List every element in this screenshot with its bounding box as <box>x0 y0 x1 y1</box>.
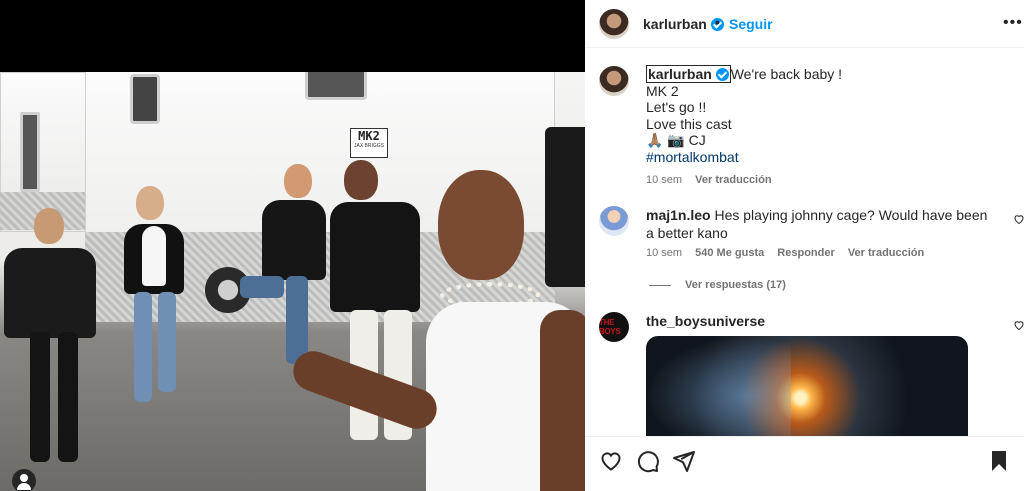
post-header: karlurban • Seguir ••• <box>585 0 1024 48</box>
comment-username[interactable]: maj1n.leo <box>646 207 711 223</box>
action-bar <box>585 436 1024 491</box>
comment-icon[interactable] <box>636 449 660 473</box>
post-media: MK2 JAX BRIGGS <box>0 0 585 491</box>
view-replies-button[interactable]: Ver respuestas (17) <box>685 279 796 291</box>
caption-verified-icon <box>715 68 729 81</box>
post-panel: karlurban • Seguir ••• karlurban We're b… <box>585 0 1024 491</box>
comment-2: the_boysuniverse <box>646 312 765 330</box>
caption-username[interactable]: karlurban <box>648 66 712 82</box>
comment-likes[interactable]: 540 Me gusta <box>695 247 764 259</box>
share-icon[interactable] <box>672 449 696 473</box>
post-photo[interactable]: MK2 JAX BRIGGS <box>0 72 585 491</box>
tagged-users-icon[interactable] <box>12 469 36 491</box>
header-separator: • <box>715 14 720 30</box>
trailer-sign-title: MK2 <box>358 129 380 143</box>
caption-text-1: MK 2 <box>646 82 679 99</box>
comment-1: maj1n.leo Hes playing johnny cage? Would… <box>646 206 996 242</box>
header-user: karlurban <box>643 16 725 34</box>
comment-meta: 10 sem 540 Me gusta Responder Ver traduc… <box>646 247 934 259</box>
comment-time: 10 sem <box>646 247 683 259</box>
caption-time: 10 sem <box>646 174 683 186</box>
view-replies-label[interactable]: Ver respuestas (17) <box>685 279 786 291</box>
comment-translate-link[interactable]: Ver traducción <box>848 247 924 259</box>
trailer-sign-name: JAX BRIGGS <box>353 143 384 149</box>
more-options-icon[interactable]: ••• <box>1003 14 1023 32</box>
follow-button[interactable]: Seguir <box>729 16 773 32</box>
hashtag-link[interactable]: #mortalkombat <box>646 149 1006 166</box>
caption-line-1: karlurban We're back baby ! <box>646 65 1006 83</box>
trailer-left-window <box>20 112 40 192</box>
caption-text-2: Let's go !! <box>646 99 707 115</box>
comment-like-icon[interactable] <box>1013 213 1024 225</box>
caption-text-0: We're back baby ! <box>730 66 843 82</box>
header-username[interactable]: karlurban <box>643 16 707 32</box>
comment-avatar-2[interactable]: THE BOYS <box>599 312 629 342</box>
comment-2-username[interactable]: the_boysuniverse <box>646 313 765 329</box>
heart-icon[interactable] <box>599 449 623 473</box>
trailer-sign: MK2 JAX BRIGGS <box>350 128 388 158</box>
caption-meta: 10 sem Ver traducción <box>646 172 1006 189</box>
comment-image[interactable] <box>646 336 968 436</box>
replies-divider <box>649 285 671 286</box>
avatar-logo-text: THE BOYS <box>599 318 621 336</box>
post-caption: karlurban We're back baby ! MK 2 Let's g… <box>646 65 1006 189</box>
trailer-window <box>305 72 367 100</box>
caption-text-3: Love this cast <box>646 115 732 132</box>
caption-text-4: 🙏🏽 📷 CJ <box>646 132 706 148</box>
avatar[interactable] <box>599 9 629 39</box>
reply-button[interactable]: Responder <box>777 247 834 259</box>
comment-avatar[interactable] <box>599 206 629 236</box>
bookmark-icon[interactable] <box>987 449 1011 473</box>
comment-2-like-icon[interactable] <box>1013 319 1024 331</box>
trailer-door-window <box>130 74 160 124</box>
trailer-door-dark <box>545 127 585 287</box>
caption-username-box[interactable]: karlurban <box>646 65 731 83</box>
caption-avatar[interactable] <box>599 66 629 96</box>
caption-translate-link[interactable]: Ver traducción <box>695 174 771 186</box>
